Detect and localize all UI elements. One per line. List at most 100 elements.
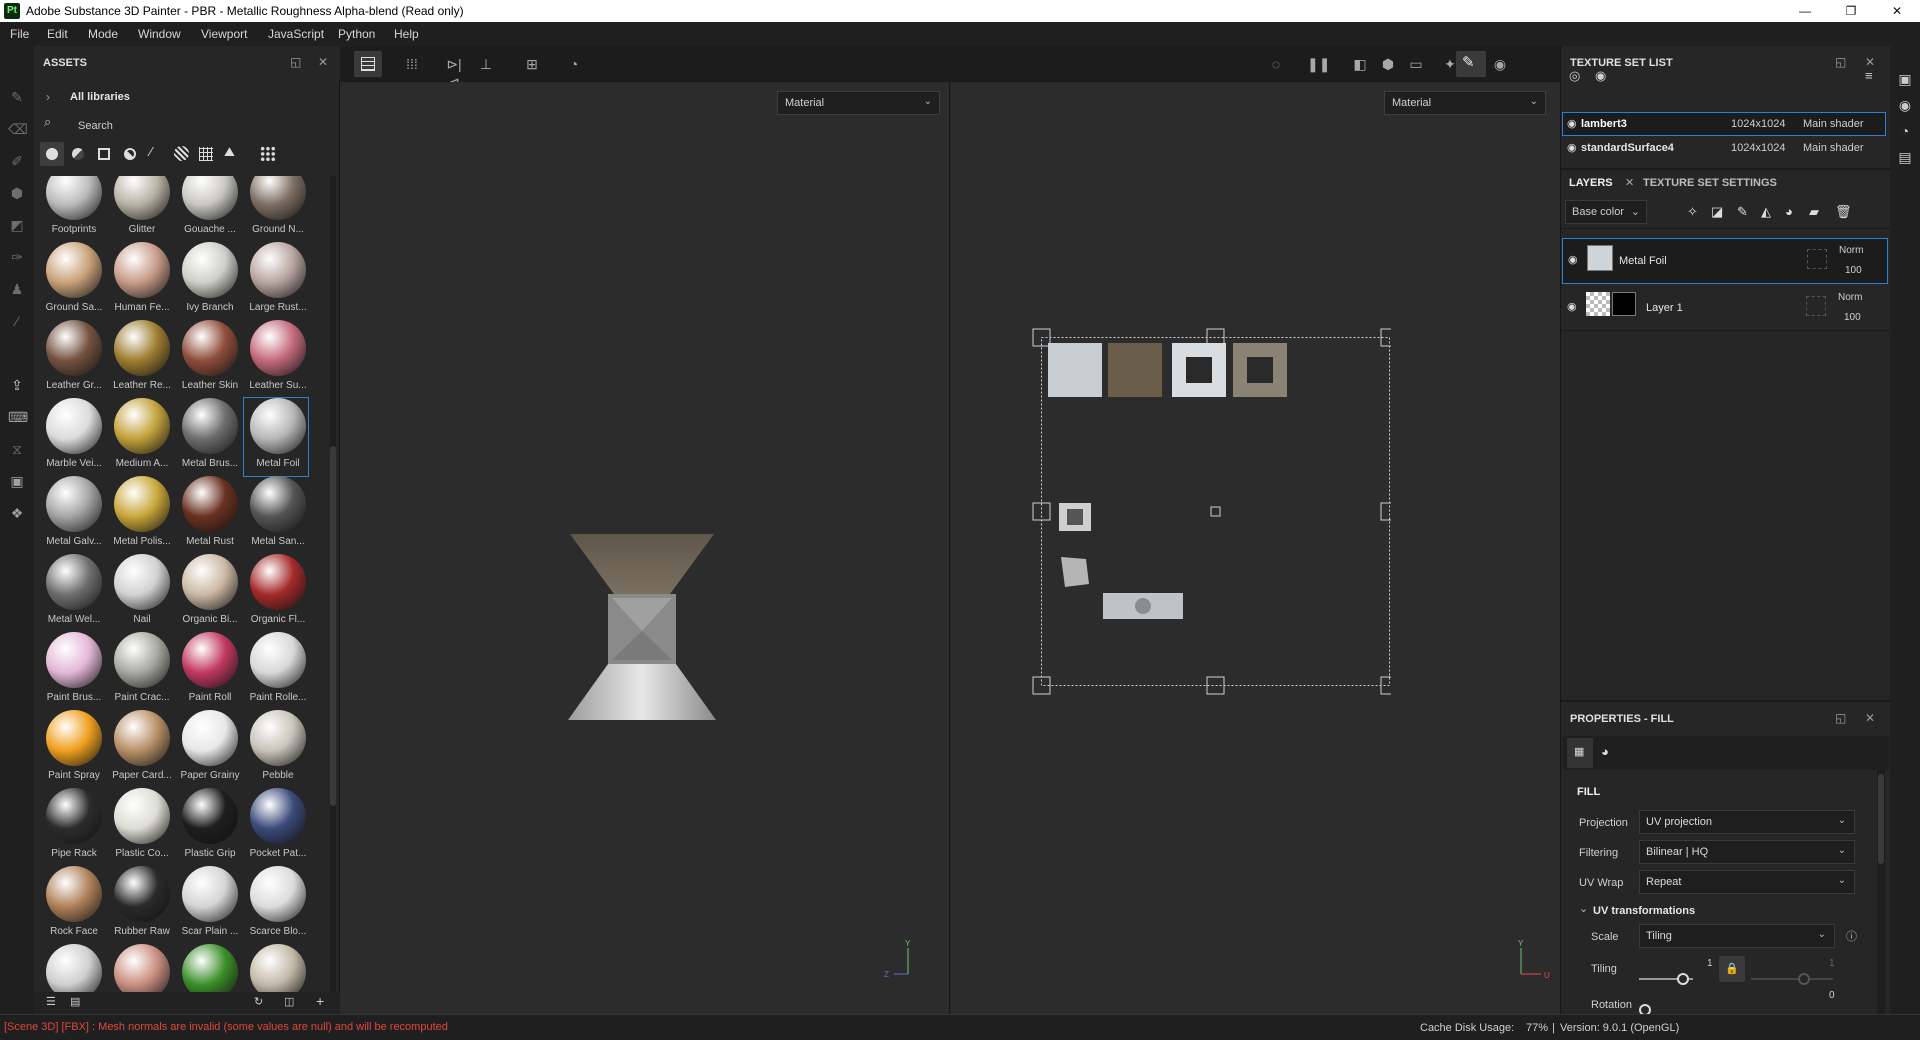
- restore-button[interactable]: ❐: [1828, 0, 1874, 22]
- add-group-icon[interactable]: ▰: [1809, 204, 1819, 220]
- float-icon[interactable]: ◱: [290, 55, 301, 69]
- material-tile[interactable]: Paper Card...: [108, 710, 172, 788]
- eraser-icon[interactable]: ⌫: [8, 120, 28, 138]
- material-tile[interactable]: Scarce Blo...: [244, 866, 308, 944]
- close-button[interactable]: ✕: [1874, 0, 1920, 22]
- texture-set-row[interactable]: ◉ standardSurface4 1024x1024 Main shader: [1562, 136, 1886, 160]
- uv-layout[interactable]: [991, 297, 1391, 697]
- split-view-icon[interactable]: ◧: [1350, 55, 1370, 73]
- material-tab-icon[interactable]: ▦: [1567, 738, 1593, 768]
- material-tile[interactable]: Ground N...: [244, 176, 308, 242]
- viewport-2d[interactable]: Material ⌄ Y U: [951, 82, 1560, 1014]
- selection-tool-icon[interactable]: [354, 51, 382, 77]
- texture-set-row[interactable]: ◉ lambert3 1024x1024 Main shader: [1562, 112, 1886, 136]
- menu-help[interactable]: Help: [394, 27, 419, 41]
- layer-opacity[interactable]: 100: [1844, 312, 1861, 323]
- grid-mode-icon[interactable]: ⁞⁞⁞: [402, 55, 422, 73]
- material-tile[interactable]: Leather Su...: [244, 320, 308, 398]
- smudge-icon[interactable]: ◩: [8, 216, 26, 234]
- tab-layers[interactable]: LAYERS: [1569, 177, 1613, 189]
- material-tile[interactable]: Paint Rolle...: [244, 632, 308, 710]
- material-tile[interactable]: Rock Face: [40, 866, 104, 944]
- material-tile[interactable]: Rubber Raw: [108, 866, 172, 944]
- folder-icon[interactable]: ◫: [284, 995, 294, 1008]
- material-tile[interactable]: Organic Bi...: [176, 554, 240, 632]
- viewport-3d-mode-select[interactable]: Material ⌄: [777, 91, 940, 115]
- hide-icon[interactable]: ◌: [1266, 55, 1286, 73]
- chevron-right-icon[interactable]: ›: [46, 90, 50, 104]
- material-tile[interactable]: Leather Re...: [108, 320, 172, 398]
- material-tile[interactable]: Marble Vei...: [40, 398, 104, 476]
- export-icon[interactable]: ⇪: [8, 376, 26, 394]
- material-tile[interactable]: Human Fe...: [108, 242, 172, 320]
- display-settings-icon[interactable]: ▣: [8, 472, 26, 490]
- tiling-slider-handle[interactable]: [1677, 973, 1689, 985]
- layer-blend-mode[interactable]: Norm: [1838, 292, 1862, 303]
- material-tile[interactable]: Ivy Branch: [176, 242, 240, 320]
- properties-scrollbar[interactable]: [1877, 770, 1885, 1014]
- filtering-select[interactable]: Bilinear | HQ ⌄: [1639, 840, 1855, 864]
- channel-select[interactable]: Base color ⌄: [1565, 200, 1647, 224]
- filter-masks-icon[interactable]: [98, 148, 110, 160]
- material-tile[interactable]: Scar Plain ...: [176, 866, 240, 944]
- paint-brush-icon[interactable]: ✎: [8, 88, 26, 106]
- layer-mask-slot[interactable]: [1806, 296, 1826, 316]
- layer-row[interactable]: ◉ Metal Foil Norm 100: [1562, 238, 1888, 284]
- material-tile[interactable]: Paint Roll: [176, 632, 240, 710]
- material-tile[interactable]: Pocket Pat...: [244, 788, 308, 866]
- pause-icon[interactable]: ❚❚: [1307, 55, 1330, 73]
- menu-python[interactable]: Python: [338, 27, 375, 41]
- menu-viewport[interactable]: Viewport: [201, 27, 247, 41]
- color-picker-icon[interactable]: ⁄: [8, 312, 26, 330]
- material-tile[interactable]: Ground Sa...: [40, 242, 104, 320]
- delete-icon[interactable]: 🗑: [1835, 204, 1852, 220]
- clone-icon[interactable]: ✑: [8, 248, 26, 266]
- info-icon[interactable]: ⓘ: [1846, 928, 1857, 944]
- add-icon[interactable]: +: [316, 993, 324, 1009]
- material-tile[interactable]: Paint Crac...: [108, 632, 172, 710]
- display-settings-icon[interactable]: ◉: [1896, 96, 1914, 114]
- menu-mode[interactable]: Mode: [88, 27, 118, 41]
- layer-mask-slot[interactable]: [1807, 249, 1827, 269]
- menu-file[interactable]: File: [10, 27, 29, 41]
- projection-icon[interactable]: ✐: [8, 152, 26, 170]
- filter-materials-icon[interactable]: [40, 142, 64, 166]
- material-tile[interactable]: Gouache ...: [176, 176, 240, 242]
- material-tile[interactable]: Leather Skin: [176, 320, 240, 398]
- assets-scrollbar[interactable]: [330, 176, 336, 1014]
- material-tile[interactable]: Paint Spray: [40, 710, 104, 788]
- add-fill-layer-icon[interactable]: ◭: [1761, 204, 1771, 220]
- close-icon[interactable]: ✕: [318, 55, 328, 69]
- tiling-slider-secondary-handle[interactable]: [1798, 973, 1810, 985]
- material-tile[interactable]: Organic Fl...: [244, 554, 308, 632]
- material-tile[interactable]: Leather Gr...: [40, 320, 104, 398]
- shader-settings-icon[interactable]: ❖: [8, 504, 26, 522]
- material-tile[interactable]: Footprints: [40, 176, 104, 242]
- material-tile[interactable]: Large Rust...: [244, 242, 308, 320]
- eye-icon[interactable]: ◉: [1595, 68, 1606, 84]
- material-tile[interactable]: Paper Grainy: [176, 710, 240, 788]
- status-error-message[interactable]: [Scene 3D] [FBX] : Mesh normals are inva…: [4, 1021, 448, 1033]
- projection-select[interactable]: UV projection ⌄: [1639, 810, 1855, 834]
- lock-icon[interactable]: 🔒: [1719, 956, 1745, 982]
- material-tile[interactable]: Paint Brus...: [40, 632, 104, 710]
- history-icon[interactable]: ⧖: [8, 440, 26, 458]
- eye-icon[interactable]: ◉: [1567, 141, 1577, 154]
- add-paint-layer-icon[interactable]: ✎: [1737, 204, 1748, 220]
- history-icon[interactable]: ◔: [1896, 122, 1914, 140]
- float-icon[interactable]: ◱: [1835, 55, 1846, 69]
- material-tile[interactable]: Nail: [108, 554, 172, 632]
- camera-video-icon[interactable]: ▭: [1406, 55, 1426, 73]
- material-tile[interactable]: Metal Galv...: [40, 476, 104, 554]
- paint-mode-icon[interactable]: ✎: [1456, 51, 1486, 77]
- close-icon[interactable]: ✕: [1865, 711, 1875, 725]
- material-tile[interactable]: Pipe Rack: [40, 788, 104, 866]
- scale-select[interactable]: Tiling ⌄: [1639, 924, 1835, 948]
- queries-icon[interactable]: ▤: [70, 995, 80, 1008]
- uv-wrap-select[interactable]: Repeat ⌄: [1639, 870, 1855, 894]
- material-tile[interactable]: Metal Wel...: [40, 554, 104, 632]
- menu-window[interactable]: Window: [138, 27, 181, 41]
- texture-set-list-icon[interactable]: ▣: [1896, 70, 1914, 88]
- material-tile[interactable]: Medium A...: [108, 398, 172, 476]
- filter-environments-icon[interactable]: ⛰: [224, 144, 235, 160]
